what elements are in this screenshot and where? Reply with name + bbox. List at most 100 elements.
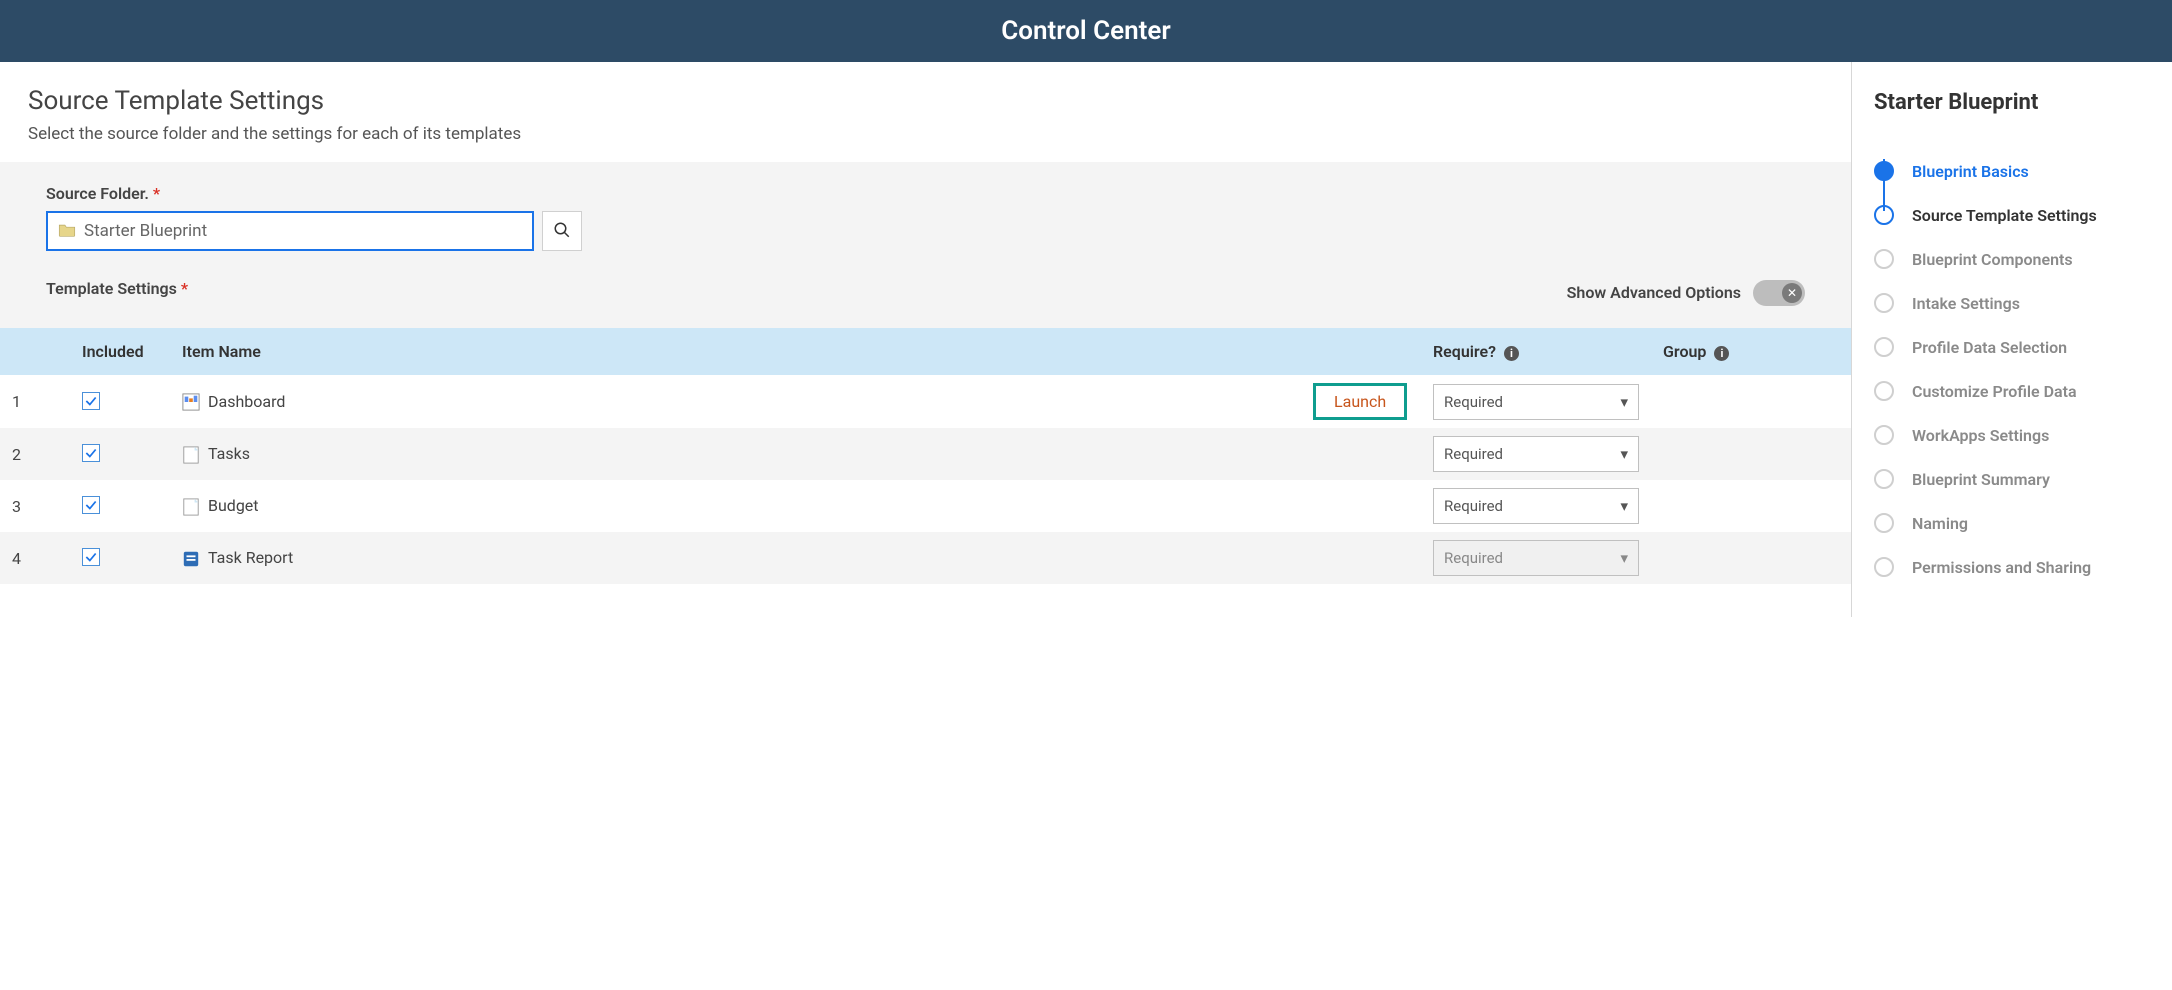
col-item-name: Item Name [170, 328, 1301, 375]
step-label: Profile Data Selection [1912, 338, 2067, 357]
step-circle [1874, 161, 1894, 181]
table-header: Included Item Name Require? i Group i [0, 328, 1851, 375]
step-list: Blueprint Basics Source Template Settings… [1874, 149, 2150, 589]
step-circle [1874, 557, 1894, 577]
sidebar: Starter Blueprint Blueprint Basics Source… [1852, 62, 2172, 617]
app-header: Control Center [0, 0, 2172, 62]
template-settings-row: Template Settings * Show Advanced Option… [46, 279, 1805, 306]
source-folder-input[interactable]: Starter Blueprint [46, 211, 534, 251]
template-settings-label: Template Settings * [46, 279, 188, 298]
chevron-down-icon: ▾ [1620, 549, 1628, 567]
toggle-knob-off: ✕ [1782, 283, 1802, 303]
step-label: Permissions and Sharing [1912, 558, 2091, 577]
page-title: Source Template Settings [28, 86, 1823, 116]
step-circle [1874, 425, 1894, 445]
require-value: Required [1444, 393, 1503, 411]
step-circle [1874, 293, 1894, 313]
step-label: Blueprint Components [1912, 250, 2073, 269]
included-checkbox[interactable] [82, 392, 100, 410]
main-column: Source Template Settings Select the sour… [0, 62, 1852, 617]
launch-highlight: Launch [1313, 383, 1407, 420]
step-item[interactable]: Permissions and Sharing [1874, 545, 2150, 589]
step-label: Customize Profile Data [1912, 382, 2077, 401]
form-area: Source Folder. * Starter Blueprint [0, 162, 1851, 328]
step-circle [1874, 469, 1894, 489]
item-name-cell: Dashboard [170, 375, 1301, 428]
folder-icon [58, 222, 76, 241]
info-icon[interactable]: i [1714, 346, 1729, 361]
advanced-options-wrap: Show Advanced Options ✕ [1567, 280, 1805, 306]
search-folder-button[interactable] [542, 211, 582, 251]
advanced-options-label: Show Advanced Options [1567, 283, 1741, 302]
step-item[interactable]: Intake Settings [1874, 281, 2150, 325]
step-item[interactable]: Naming [1874, 501, 2150, 545]
item-name: Budget [208, 496, 259, 515]
app-title: Control Center [1001, 16, 1171, 46]
require-value: Required [1444, 497, 1503, 515]
require-value: Required [1444, 445, 1503, 463]
require-select: Required ▾ [1433, 540, 1639, 576]
item-name-cell: Tasks [170, 428, 1301, 480]
require-value: Required [1444, 549, 1503, 567]
main-layout: Source Template Settings Select the sour… [0, 62, 2172, 617]
item-name: Tasks [208, 444, 250, 463]
step-item[interactable]: Source Template Settings [1874, 193, 2150, 237]
table-row: 4 Task Report Required ▾ [0, 532, 1851, 584]
require-select[interactable]: Required ▾ [1433, 384, 1639, 420]
step-label: WorkApps Settings [1912, 426, 2049, 445]
item-name-cell: Task Report [170, 532, 1301, 584]
col-included: Included [70, 328, 170, 375]
item-name: Task Report [208, 548, 293, 567]
folder-row: Starter Blueprint [46, 211, 1805, 251]
step-label: Naming [1912, 514, 1968, 533]
step-item[interactable]: Blueprint Summary [1874, 457, 2150, 501]
step-circle [1874, 205, 1894, 225]
col-require: Require? i [1421, 328, 1651, 375]
page-head: Source Template Settings Select the sour… [0, 62, 1851, 162]
required-asterisk: * [153, 184, 160, 203]
row-number: 4 [0, 532, 70, 584]
included-checkbox[interactable] [82, 496, 100, 514]
step-label: Source Template Settings [1912, 206, 2097, 225]
included-checkbox[interactable] [82, 548, 100, 566]
source-folder-value: Starter Blueprint [84, 221, 207, 241]
advanced-options-toggle[interactable]: ✕ [1753, 280, 1805, 306]
sheet-icon [182, 446, 200, 464]
search-icon [553, 221, 571, 242]
sheet-icon [182, 498, 200, 516]
require-select[interactable]: Required ▾ [1433, 488, 1639, 524]
step-label: Blueprint Basics [1912, 162, 2029, 181]
page-subtitle: Select the source folder and the setting… [28, 124, 1823, 144]
row-number: 1 [0, 375, 70, 428]
chevron-down-icon: ▾ [1620, 393, 1628, 411]
step-item[interactable]: Profile Data Selection [1874, 325, 2150, 369]
row-number: 2 [0, 428, 70, 480]
source-folder-label: Source Folder. * [46, 184, 1805, 203]
report-icon [182, 550, 200, 568]
table-body: 1 Dashboard Launch Required ▾ 2 Tasks Required ▾… [0, 375, 1851, 584]
row-number: 3 [0, 480, 70, 532]
required-asterisk: * [181, 279, 188, 298]
item-name-cell: Budget [170, 480, 1301, 532]
require-select[interactable]: Required ▾ [1433, 436, 1639, 472]
included-checkbox[interactable] [82, 444, 100, 462]
template-table: Included Item Name Require? i Group i 1 D… [0, 328, 1851, 584]
step-item[interactable]: Blueprint Components [1874, 237, 2150, 281]
step-label: Blueprint Summary [1912, 470, 2050, 489]
sidebar-title: Starter Blueprint [1874, 90, 2150, 115]
table-row: 2 Tasks Required ▾ [0, 428, 1851, 480]
step-circle [1874, 513, 1894, 533]
step-item[interactable]: Blueprint Basics [1874, 149, 2150, 193]
step-circle [1874, 337, 1894, 357]
item-name: Dashboard [208, 392, 285, 411]
col-group: Group i [1651, 328, 1851, 375]
table-row: 1 Dashboard Launch Required ▾ [0, 375, 1851, 428]
chevron-down-icon: ▾ [1620, 445, 1628, 463]
step-circle [1874, 381, 1894, 401]
table-row: 3 Budget Required ▾ [0, 480, 1851, 532]
launch-link[interactable]: Launch [1334, 392, 1386, 411]
step-item[interactable]: Customize Profile Data [1874, 369, 2150, 413]
info-icon[interactable]: i [1504, 346, 1519, 361]
chevron-down-icon: ▾ [1620, 497, 1628, 515]
step-item[interactable]: WorkApps Settings [1874, 413, 2150, 457]
